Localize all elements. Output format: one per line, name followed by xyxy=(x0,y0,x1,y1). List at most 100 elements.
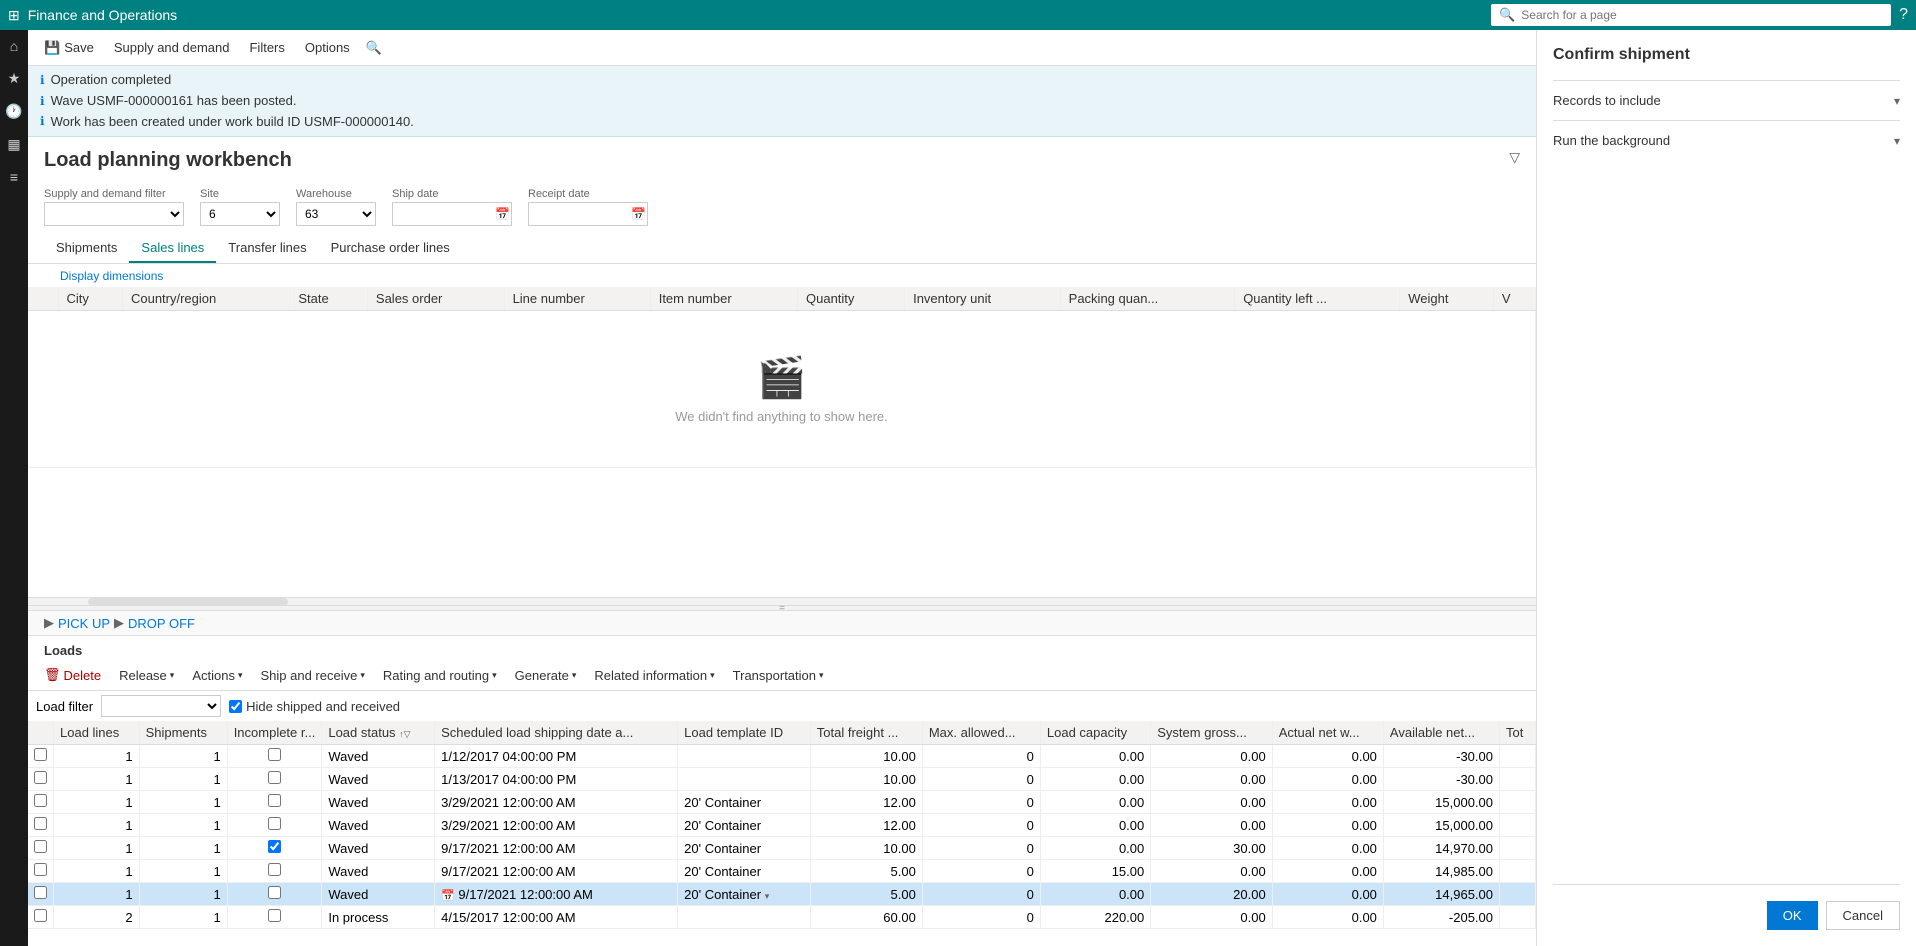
tab-transfer-lines[interactable]: Transfer lines xyxy=(216,234,318,263)
ship-date-calendar-button[interactable]: 📅 xyxy=(495,207,510,221)
col-load-lines[interactable]: Load lines xyxy=(54,721,140,745)
load-filter-select[interactable] xyxy=(101,695,221,717)
col-total-freight[interactable]: Total freight ... xyxy=(810,721,922,745)
col-actual-net[interactable]: Actual net w... xyxy=(1272,721,1383,745)
col-country[interactable]: Country/region xyxy=(122,287,289,311)
incomplete-checkbox[interactable] xyxy=(268,840,281,853)
options-button[interactable]: Options xyxy=(297,36,358,59)
search-toolbar-icon[interactable]: 🔍 xyxy=(366,40,382,56)
actions-button[interactable]: Actions ▾ xyxy=(184,665,250,686)
incomplete-checkbox[interactable] xyxy=(268,748,281,761)
incomplete-checkbox[interactable] xyxy=(268,909,281,922)
dropoff-link[interactable]: DROP OFF xyxy=(128,616,195,631)
col-line-number[interactable]: Line number xyxy=(504,287,650,311)
incomplete-checkbox[interactable] xyxy=(268,817,281,830)
row-checkbox[interactable] xyxy=(34,771,47,784)
loads-table-row[interactable]: 11Waved9/17/2021 12:00:00 AM20' Containe… xyxy=(28,860,1536,883)
row-checkbox[interactable] xyxy=(34,748,47,761)
col-quantity[interactable]: Quantity xyxy=(798,287,905,311)
col-v[interactable]: V xyxy=(1493,287,1535,311)
cancel-button[interactable]: Cancel xyxy=(1826,901,1900,930)
release-button[interactable]: Release ▾ xyxy=(111,665,182,686)
incomplete-checkbox[interactable] xyxy=(268,886,281,899)
col-packing-quan[interactable]: Packing quan... xyxy=(1060,287,1235,311)
col-inventory-unit[interactable]: Inventory unit xyxy=(905,287,1061,311)
ok-button[interactable]: OK xyxy=(1767,901,1818,930)
delete-button[interactable]: 🗑 Delete xyxy=(36,664,109,686)
loads-table-row[interactable]: 11Waved3/29/2021 12:00:00 AM20' Containe… xyxy=(28,814,1536,837)
col-ship-date[interactable]: Scheduled load shipping date a... xyxy=(435,721,678,745)
incomplete-checkbox[interactable] xyxy=(268,794,281,807)
incomplete-cell[interactable] xyxy=(227,745,322,768)
tab-shipments[interactable]: Shipments xyxy=(44,234,129,263)
loads-table-row[interactable]: 11Waved9/17/2021 12:00:00 AM20' Containe… xyxy=(28,837,1536,860)
site-filter-select[interactable]: 6 xyxy=(200,202,280,226)
receipt-date-calendar-button[interactable]: 📅 xyxy=(631,207,646,221)
row-checkbox[interactable] xyxy=(34,886,47,899)
filter-icon[interactable]: ▽ xyxy=(1509,149,1520,166)
col-sales-order[interactable]: Sales order xyxy=(367,287,504,311)
hide-shipped-checkbox[interactable] xyxy=(229,700,242,713)
row-checkbox[interactable] xyxy=(34,794,47,807)
search-input[interactable] xyxy=(1521,8,1883,22)
loads-table-row[interactable]: 11Waved1/13/2017 04:00:00 PM10.0000.000.… xyxy=(28,768,1536,791)
loads-table-row[interactable]: 11Waved3/29/2021 12:00:00 AM20' Containe… xyxy=(28,791,1536,814)
sidebar-home-icon[interactable]: ⌂ xyxy=(6,34,22,58)
col-template-id[interactable]: Load template ID xyxy=(678,721,811,745)
col-state[interactable]: State xyxy=(290,287,368,311)
sidebar-star-icon[interactable]: ★ xyxy=(4,66,25,91)
grid-icon[interactable]: ⊞ xyxy=(8,7,20,24)
warehouse-filter-select[interactable]: 63 xyxy=(296,202,376,226)
incomplete-cell[interactable] xyxy=(227,791,322,814)
row-checkbox[interactable] xyxy=(34,817,47,830)
run-background-header[interactable]: Run the background ▾ xyxy=(1553,129,1900,152)
sidebar-table-icon[interactable]: ▦ xyxy=(3,132,24,157)
col-quantity-left[interactable]: Quantity left ... xyxy=(1235,287,1400,311)
generate-button[interactable]: Generate ▾ xyxy=(507,665,585,686)
rating-routing-button[interactable]: Rating and routing ▾ xyxy=(375,665,505,686)
loads-table-row[interactable]: 11Waved📅 9/17/2021 12:00:00 AM20' Contai… xyxy=(28,883,1536,906)
col-weight[interactable]: Weight xyxy=(1400,287,1494,311)
col-shipments[interactable]: Shipments xyxy=(139,721,227,745)
ship-date-input[interactable] xyxy=(392,202,512,226)
col-tot[interactable]: Tot xyxy=(1500,721,1536,745)
supply-demand-filter-select[interactable] xyxy=(44,202,184,226)
incomplete-cell[interactable] xyxy=(227,860,322,883)
loads-table-row[interactable]: 11Waved1/12/2017 04:00:00 PM10.0000.000.… xyxy=(28,745,1536,768)
pickup-link[interactable]: PICK UP xyxy=(58,616,110,631)
receipt-date-input[interactable] xyxy=(528,202,648,226)
ship-receive-button[interactable]: Ship and receive ▾ xyxy=(253,665,373,686)
sales-lines-grid[interactable]: City Country/region State Sales order Li… xyxy=(28,287,1536,597)
transportation-button[interactable]: Transportation ▾ xyxy=(725,665,832,686)
row-checkbox[interactable] xyxy=(34,863,47,876)
incomplete-checkbox[interactable] xyxy=(268,863,281,876)
incomplete-cell[interactable] xyxy=(227,837,322,860)
col-city[interactable]: City xyxy=(58,287,122,311)
col-max-allowed[interactable]: Max. allowed... xyxy=(922,721,1040,745)
row-checkbox[interactable] xyxy=(34,840,47,853)
row-checkbox[interactable] xyxy=(34,909,47,922)
tab-sales-lines[interactable]: Sales lines xyxy=(129,234,216,263)
col-load-status[interactable]: Load status ↑▽ xyxy=(322,721,435,745)
help-icon[interactable]: ? xyxy=(1899,6,1908,24)
col-sys-gross[interactable]: System gross... xyxy=(1151,721,1272,745)
incomplete-cell[interactable] xyxy=(227,906,322,929)
loads-grid-container[interactable]: Load lines Shipments Incomplete r... Loa… xyxy=(28,721,1536,946)
save-button[interactable]: 💾 Save xyxy=(36,36,102,60)
display-dimensions-link[interactable]: Display dimensions xyxy=(44,263,179,289)
related-info-button[interactable]: Related information ▾ xyxy=(586,665,722,686)
incomplete-cell[interactable] xyxy=(227,883,322,906)
tab-purchase-order-lines[interactable]: Purchase order lines xyxy=(319,234,462,263)
supply-demand-button[interactable]: Supply and demand xyxy=(106,36,238,59)
col-load-capacity[interactable]: Load capacity xyxy=(1040,721,1150,745)
incomplete-checkbox[interactable] xyxy=(268,771,281,784)
incomplete-cell[interactable] xyxy=(227,814,322,837)
search-bar[interactable]: 🔍 xyxy=(1491,4,1891,26)
records-to-include-header[interactable]: Records to include ▾ xyxy=(1553,89,1900,112)
col-item-number[interactable]: Item number xyxy=(650,287,797,311)
col-available-net[interactable]: Available net... xyxy=(1383,721,1499,745)
sidebar-clock-icon[interactable]: 🕐 xyxy=(1,99,26,124)
sidebar-list-icon[interactable]: ≡ xyxy=(6,165,22,189)
loads-table-row[interactable]: 21In process4/15/2017 12:00:00 AM60.0002… xyxy=(28,906,1536,929)
col-incomplete[interactable]: Incomplete r... xyxy=(227,721,322,745)
